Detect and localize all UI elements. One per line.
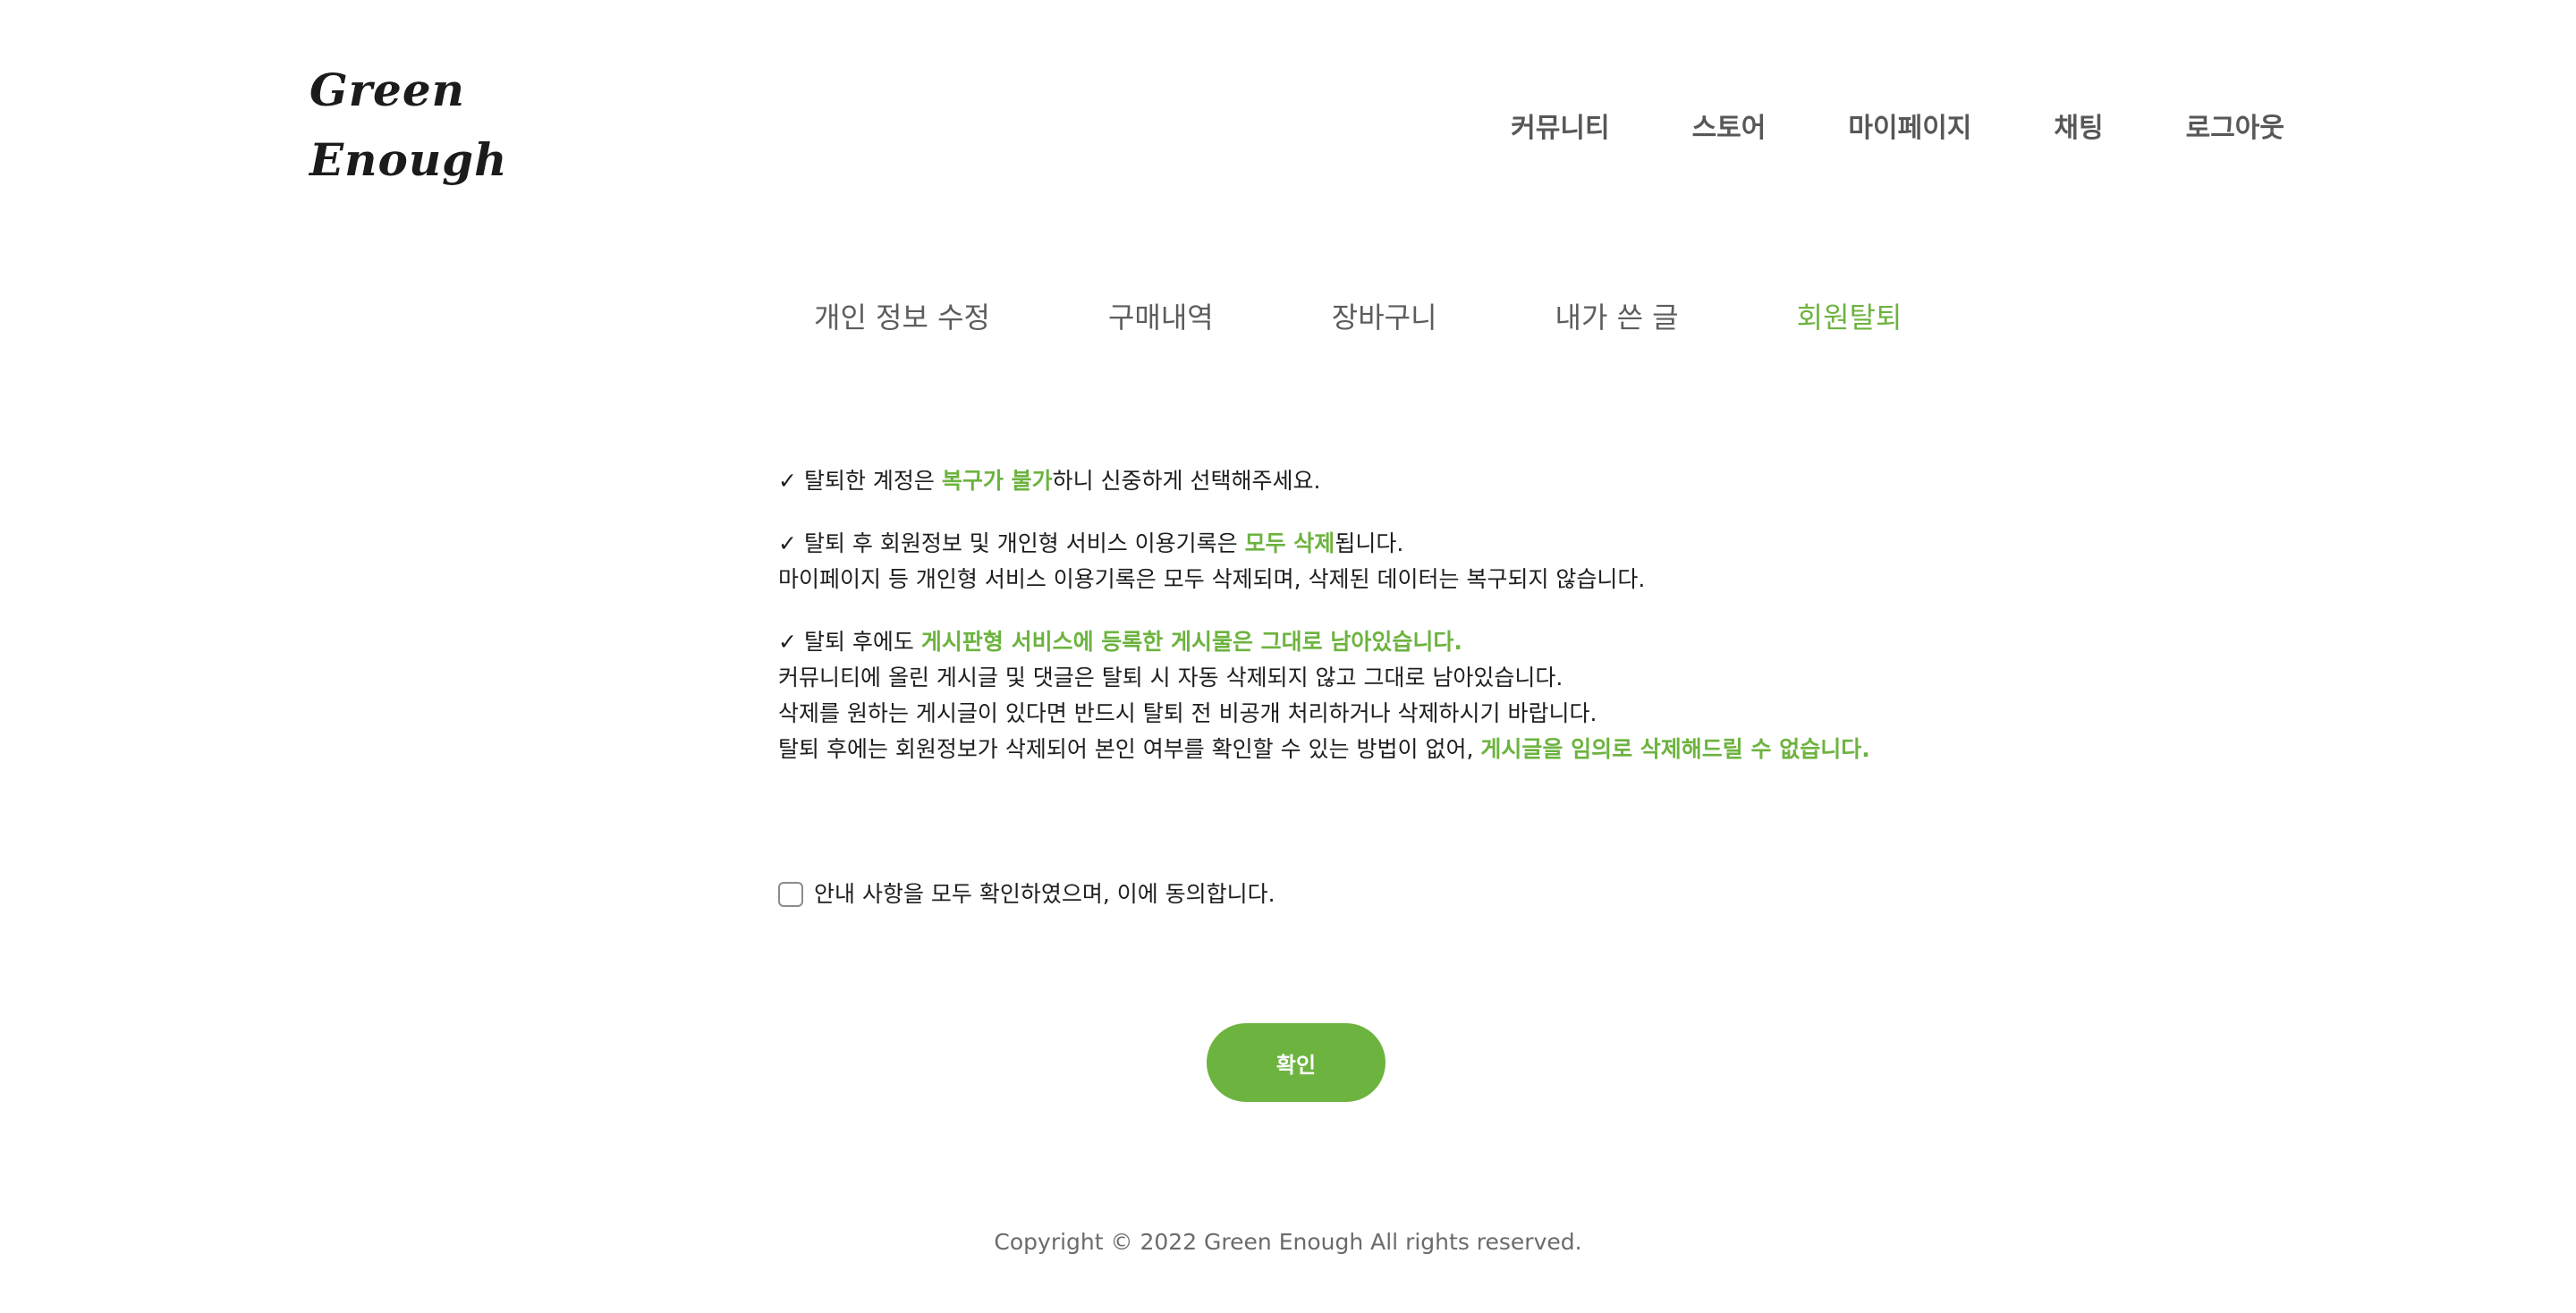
tab-cart[interactable]: 장바구니 bbox=[1332, 295, 1437, 336]
notice-2-text-end: 됩니다. bbox=[1335, 530, 1404, 556]
notice-2-highlight: 모두 삭제 bbox=[1244, 530, 1335, 556]
notice-item-1: ✓ 탈퇴한 계정은 복구가 불가하니 신중하게 선택해주세요. bbox=[778, 463, 1941, 499]
confirm-button[interactable]: 확인 bbox=[1207, 1023, 1385, 1102]
mypage-tabs: 개인 정보 수정 구매내역 장바구니 내가 쓴 글 회원탈퇴 bbox=[814, 295, 1902, 336]
notice-3-detail-2: 삭제를 원하는 게시글이 있다면 반드시 탈퇴 전 비공개 처리하거나 삭제하시… bbox=[778, 700, 1597, 726]
nav-store[interactable]: 스토어 bbox=[1692, 106, 1767, 145]
notice-1-highlight: 복구가 불가 bbox=[941, 468, 1053, 494]
footer-copyright: Copyright © 2022 Green Enough All rights… bbox=[994, 1229, 1582, 1255]
withdraw-notice: ✓ 탈퇴한 계정은 복구가 불가하니 신중하게 선택해주세요. ✓ 탈퇴 후 회원정… bbox=[778, 463, 1941, 794]
notice-3-text: 탈퇴 후에도 bbox=[803, 629, 921, 655]
notice-3-detail-highlight: 게시글을 임의로 삭제해드릴 수 없습니다. bbox=[1480, 736, 1870, 762]
notice-2-detail: 마이페이지 등 개인형 서비스 이용기록은 모두 삭제되며, 삭제된 데이터는 … bbox=[778, 566, 1646, 592]
check-icon: ✓ bbox=[778, 629, 797, 655]
page: Green Enough 커뮤니티 스토어 마이페이지 채팅 로그아웃 개인 정… bbox=[0, 0, 2576, 1313]
notice-3-detail-3: 탈퇴 후에는 회원정보가 삭제되어 본인 여부를 확인할 수 있는 방법이 없어… bbox=[778, 736, 1481, 762]
notice-2-text: 탈퇴 후 회원정보 및 개인형 서비스 이용기록은 bbox=[803, 530, 1245, 556]
notice-1-text-end: 하니 신중하게 선택해주세요. bbox=[1052, 468, 1321, 494]
nav-community[interactable]: 커뮤니티 bbox=[1511, 106, 1609, 145]
notice-3-highlight: 게시판형 서비스에 등록한 게시물은 그대로 남아있습니다. bbox=[920, 629, 1462, 655]
check-icon: ✓ bbox=[778, 468, 797, 494]
tab-withdraw[interactable]: 회원탈퇴 bbox=[1797, 295, 1902, 336]
logo[interactable]: Green Enough bbox=[309, 55, 507, 195]
agree-checkbox-row[interactable]: 안내 사항을 모두 확인하였으며, 이에 동의합니다. bbox=[778, 877, 1275, 909]
agree-checkbox[interactable] bbox=[778, 882, 803, 907]
logo-line-2: Enough bbox=[309, 133, 508, 186]
nav-chat[interactable]: 채팅 bbox=[2054, 106, 2103, 145]
nav-mypage[interactable]: 마이페이지 bbox=[1848, 106, 1971, 145]
notice-item-2: ✓ 탈퇴 후 회원정보 및 개인형 서비스 이용기록은 모두 삭제됩니다. 마이페… bbox=[778, 526, 1941, 597]
top-nav: 커뮤니티 스토어 마이페이지 채팅 로그아웃 bbox=[1511, 106, 2284, 145]
logo-line-1: Green bbox=[309, 64, 466, 116]
agree-label: 안내 사항을 모두 확인하였으며, 이에 동의합니다. bbox=[814, 881, 1275, 907]
check-icon: ✓ bbox=[778, 530, 797, 556]
notice-1-text: 탈퇴한 계정은 bbox=[803, 468, 942, 494]
tab-edit-profile[interactable]: 개인 정보 수정 bbox=[814, 295, 990, 336]
tab-my-posts[interactable]: 내가 쓴 글 bbox=[1555, 295, 1679, 336]
notice-item-3: ✓ 탈퇴 후에도 게시판형 서비스에 등록한 게시물은 그대로 남아있습니다. 커… bbox=[778, 624, 1941, 767]
nav-logout[interactable]: 로그아웃 bbox=[2186, 106, 2284, 145]
notice-3-detail-1: 커뮤니티에 올린 게시글 및 댓글은 탈퇴 시 자동 삭제되지 않고 그대로 남… bbox=[778, 665, 1563, 690]
tab-purchase-history[interactable]: 구매내역 bbox=[1108, 295, 1214, 336]
